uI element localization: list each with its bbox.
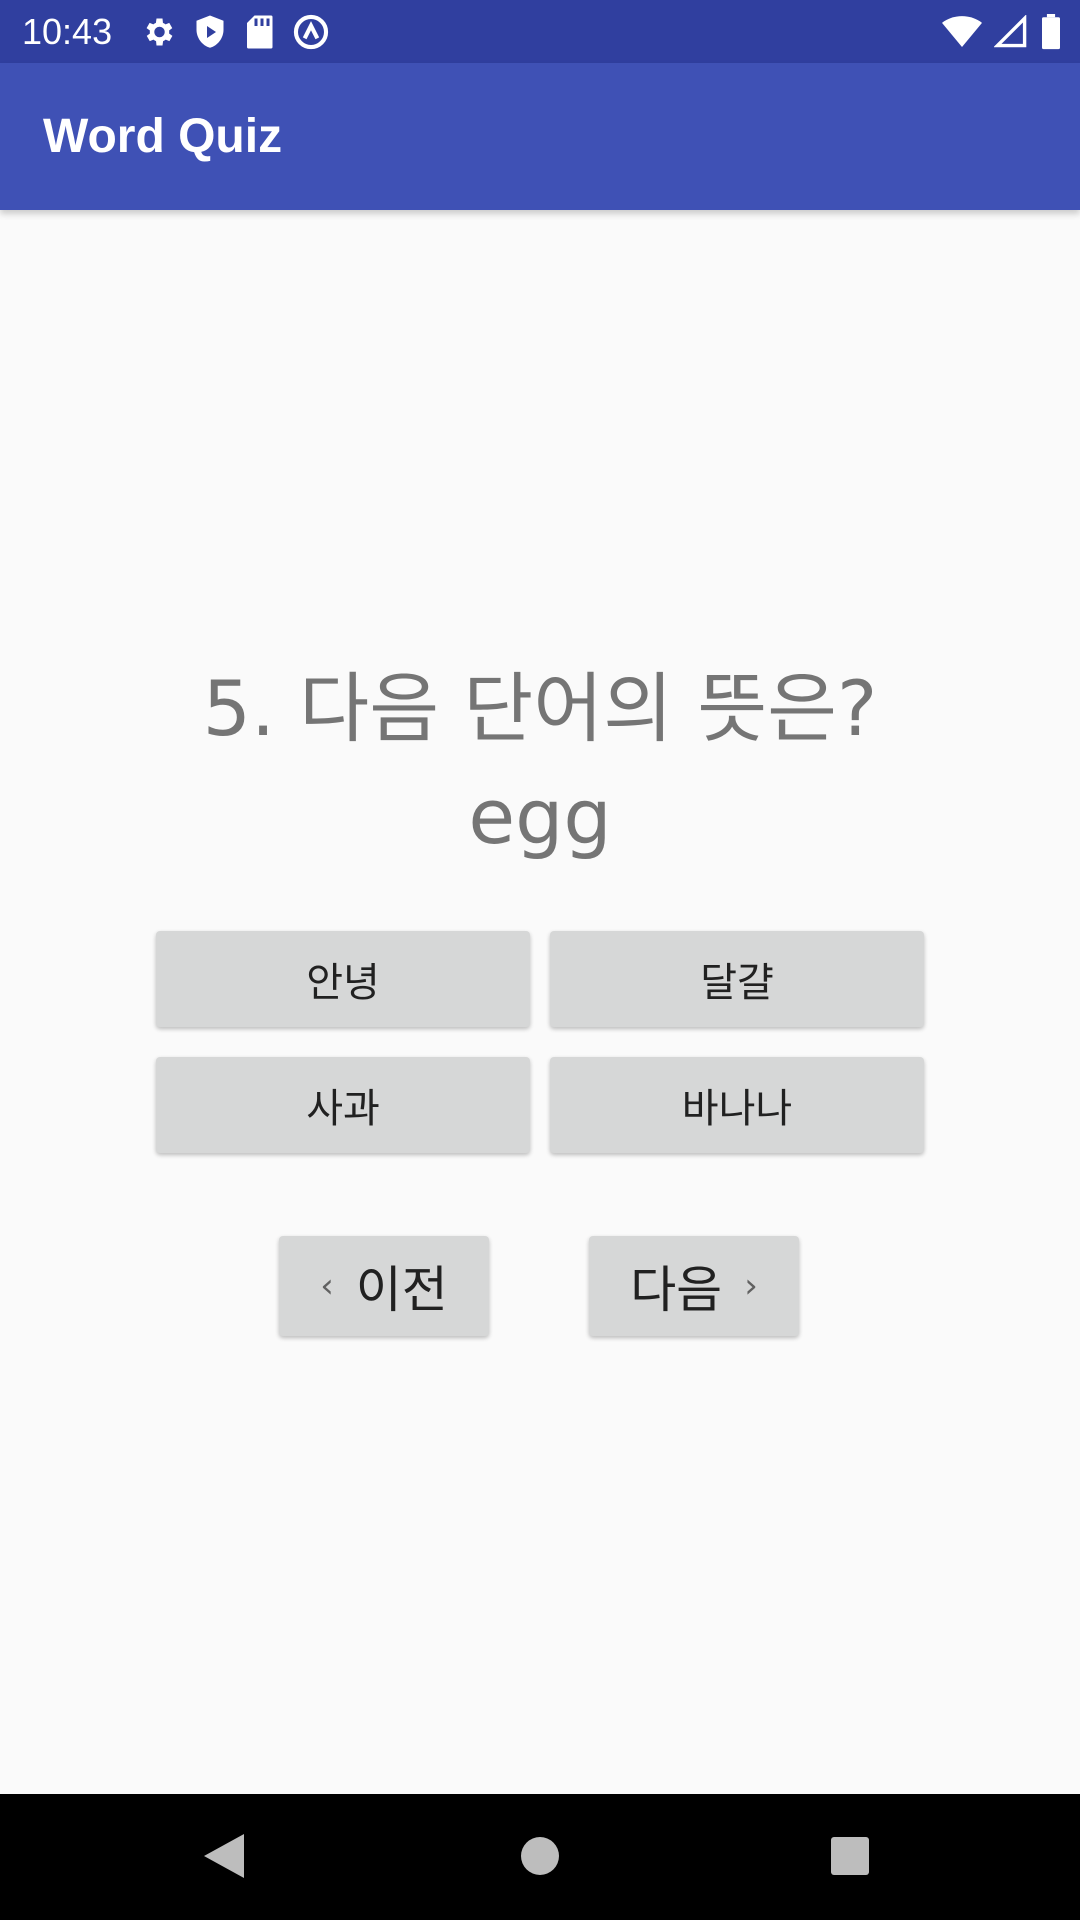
answer-button-3[interactable]: 사과 [156,1057,530,1153]
prev-button[interactable]: ‹ 이전 [279,1236,489,1336]
cell-signal-icon [994,15,1028,49]
status-time: 10:43 [22,11,113,52]
question: 5. 다음 단어의 뜻은? egg [0,655,1080,871]
battery-icon [1040,14,1062,50]
answer-button-2[interactable]: 달걀 [550,931,924,1027]
answer-button-1[interactable]: 안녕 [156,931,530,1027]
question-prompt: 5. 다음 단어의 뜻은? [202,664,878,753]
next-button-label: 다음 [630,1261,723,1319]
shield-play-icon [194,14,226,50]
answer-button-label: 사과 [306,1086,380,1132]
status-bar: 10:43 [0,0,1080,63]
wifi-icon [942,15,982,49]
chevron-left-icon: ‹ [320,1266,334,1306]
answer-button-4[interactable]: 바나나 [550,1057,924,1153]
status-left-icons [140,12,330,52]
question-word: egg [468,772,612,861]
chevron-right-icon: › [744,1266,758,1306]
back-icon[interactable] [200,1832,246,1884]
app-title: Word Quiz [43,110,283,163]
sd-card-icon [244,14,274,50]
sync-circle-icon [292,13,330,51]
answer-button-label: 바나나 [681,1086,793,1132]
answer-button-label: 달걀 [700,960,774,1006]
settings-icon [140,14,176,50]
home-icon[interactable] [520,1836,560,1880]
app-bar: Word Quiz [0,63,1080,210]
system-nav-bar [0,1794,1080,1920]
next-button[interactable]: 다음 › [589,1236,799,1336]
recents-icon[interactable] [830,1836,870,1880]
status-right-icons [942,12,1062,52]
answer-button-label: 안녕 [306,960,380,1006]
screen: 10:43 Word Quiz 5. 다음 단어의 뜻은? egg 안녕 달걀 … [0,0,1080,1920]
prev-button-label: 이전 [355,1261,448,1319]
